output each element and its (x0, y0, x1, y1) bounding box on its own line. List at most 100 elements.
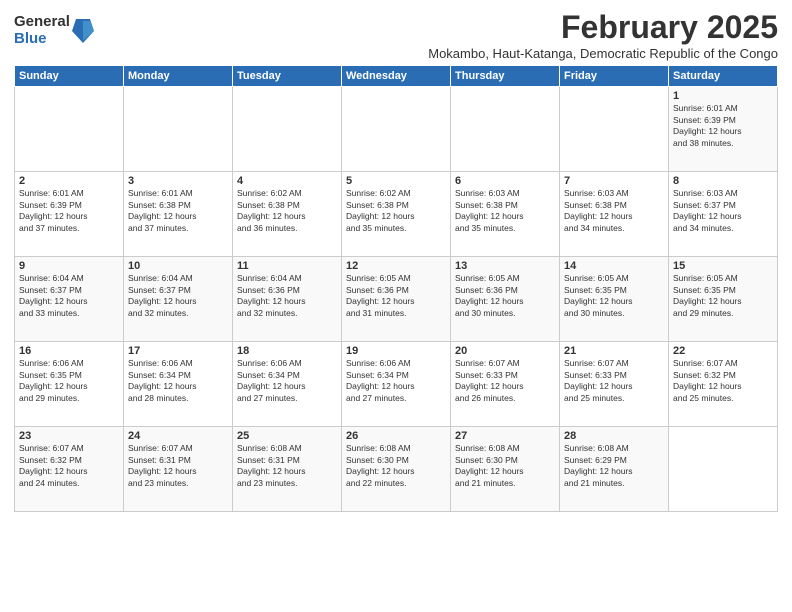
calendar-cell: 10Sunrise: 6:04 AM Sunset: 6:37 PM Dayli… (124, 257, 233, 342)
day-number: 8 (673, 175, 773, 187)
calendar-cell: 24Sunrise: 6:07 AM Sunset: 6:31 PM Dayli… (124, 427, 233, 512)
day-number: 4 (237, 175, 337, 187)
header-wednesday: Wednesday (342, 66, 451, 87)
day-info: Sunrise: 6:05 AM Sunset: 6:35 PM Dayligh… (673, 273, 773, 319)
calendar-cell: 23Sunrise: 6:07 AM Sunset: 6:32 PM Dayli… (15, 427, 124, 512)
calendar-cell: 12Sunrise: 6:05 AM Sunset: 6:36 PM Dayli… (342, 257, 451, 342)
day-info: Sunrise: 6:07 AM Sunset: 6:32 PM Dayligh… (19, 443, 119, 489)
day-number: 26 (346, 430, 446, 442)
day-info: Sunrise: 6:07 AM Sunset: 6:32 PM Dayligh… (673, 358, 773, 404)
day-info: Sunrise: 6:08 AM Sunset: 6:30 PM Dayligh… (455, 443, 555, 489)
day-number: 28 (564, 430, 664, 442)
calendar-cell: 13Sunrise: 6:05 AM Sunset: 6:36 PM Dayli… (451, 257, 560, 342)
header-thursday: Thursday (451, 66, 560, 87)
day-number: 2 (19, 175, 119, 187)
day-info: Sunrise: 6:05 AM Sunset: 6:36 PM Dayligh… (455, 273, 555, 319)
day-number: 17 (128, 345, 228, 357)
header: General Blue February 2025 Mokambo, Haut… (14, 10, 778, 61)
calendar-cell: 4Sunrise: 6:02 AM Sunset: 6:38 PM Daylig… (233, 172, 342, 257)
calendar-header: Sunday Monday Tuesday Wednesday Thursday… (15, 66, 778, 87)
header-friday: Friday (560, 66, 669, 87)
day-number: 23 (19, 430, 119, 442)
day-number: 3 (128, 175, 228, 187)
calendar-cell: 14Sunrise: 6:05 AM Sunset: 6:35 PM Dayli… (560, 257, 669, 342)
calendar-body: 1Sunrise: 6:01 AM Sunset: 6:39 PM Daylig… (15, 87, 778, 512)
day-number: 15 (673, 260, 773, 272)
calendar-cell: 8Sunrise: 6:03 AM Sunset: 6:37 PM Daylig… (669, 172, 778, 257)
day-info: Sunrise: 6:06 AM Sunset: 6:34 PM Dayligh… (128, 358, 228, 404)
day-info: Sunrise: 6:02 AM Sunset: 6:38 PM Dayligh… (237, 188, 337, 234)
calendar-cell: 11Sunrise: 6:04 AM Sunset: 6:36 PM Dayli… (233, 257, 342, 342)
day-info: Sunrise: 6:04 AM Sunset: 6:36 PM Dayligh… (237, 273, 337, 319)
calendar-cell: 26Sunrise: 6:08 AM Sunset: 6:30 PM Dayli… (342, 427, 451, 512)
day-info: Sunrise: 6:01 AM Sunset: 6:39 PM Dayligh… (19, 188, 119, 234)
calendar-cell: 27Sunrise: 6:08 AM Sunset: 6:30 PM Dayli… (451, 427, 560, 512)
calendar-cell: 9Sunrise: 6:04 AM Sunset: 6:37 PM Daylig… (15, 257, 124, 342)
day-info: Sunrise: 6:01 AM Sunset: 6:39 PM Dayligh… (673, 103, 773, 149)
day-number: 24 (128, 430, 228, 442)
calendar-cell: 2Sunrise: 6:01 AM Sunset: 6:39 PM Daylig… (15, 172, 124, 257)
day-info: Sunrise: 6:07 AM Sunset: 6:31 PM Dayligh… (128, 443, 228, 489)
calendar-cell (342, 87, 451, 172)
day-number: 20 (455, 345, 555, 357)
day-info: Sunrise: 6:08 AM Sunset: 6:29 PM Dayligh… (564, 443, 664, 489)
day-number: 19 (346, 345, 446, 357)
calendar-cell: 21Sunrise: 6:07 AM Sunset: 6:33 PM Dayli… (560, 342, 669, 427)
calendar-week-1: 1Sunrise: 6:01 AM Sunset: 6:39 PM Daylig… (15, 87, 778, 172)
day-number: 11 (237, 260, 337, 272)
subtitle: Mokambo, Haut-Katanga, Democratic Republ… (428, 46, 778, 61)
header-monday: Monday (124, 66, 233, 87)
calendar-cell: 15Sunrise: 6:05 AM Sunset: 6:35 PM Dayli… (669, 257, 778, 342)
day-number: 18 (237, 345, 337, 357)
calendar-cell (15, 87, 124, 172)
header-tuesday: Tuesday (233, 66, 342, 87)
day-number: 7 (564, 175, 664, 187)
calendar-week-5: 23Sunrise: 6:07 AM Sunset: 6:32 PM Dayli… (15, 427, 778, 512)
day-number: 13 (455, 260, 555, 272)
day-number: 27 (455, 430, 555, 442)
calendar-cell: 18Sunrise: 6:06 AM Sunset: 6:34 PM Dayli… (233, 342, 342, 427)
day-info: Sunrise: 6:03 AM Sunset: 6:37 PM Dayligh… (673, 188, 773, 234)
header-row: Sunday Monday Tuesday Wednesday Thursday… (15, 66, 778, 87)
day-info: Sunrise: 6:03 AM Sunset: 6:38 PM Dayligh… (455, 188, 555, 234)
main-title: February 2025 (428, 10, 778, 45)
header-saturday: Saturday (669, 66, 778, 87)
logo-general: General (14, 14, 70, 31)
day-info: Sunrise: 6:05 AM Sunset: 6:35 PM Dayligh… (564, 273, 664, 319)
day-number: 9 (19, 260, 119, 272)
day-info: Sunrise: 6:06 AM Sunset: 6:35 PM Dayligh… (19, 358, 119, 404)
calendar-cell: 19Sunrise: 6:06 AM Sunset: 6:34 PM Dayli… (342, 342, 451, 427)
page: General Blue February 2025 Mokambo, Haut… (0, 0, 792, 612)
day-number: 6 (455, 175, 555, 187)
day-info: Sunrise: 6:06 AM Sunset: 6:34 PM Dayligh… (237, 358, 337, 404)
day-number: 21 (564, 345, 664, 357)
calendar-week-4: 16Sunrise: 6:06 AM Sunset: 6:35 PM Dayli… (15, 342, 778, 427)
day-number: 5 (346, 175, 446, 187)
day-number: 14 (564, 260, 664, 272)
day-number: 12 (346, 260, 446, 272)
day-number: 25 (237, 430, 337, 442)
calendar-cell (560, 87, 669, 172)
calendar-cell: 16Sunrise: 6:06 AM Sunset: 6:35 PM Dayli… (15, 342, 124, 427)
calendar-cell: 22Sunrise: 6:07 AM Sunset: 6:32 PM Dayli… (669, 342, 778, 427)
logo-icon (72, 17, 94, 45)
day-number: 10 (128, 260, 228, 272)
calendar-cell (233, 87, 342, 172)
day-number: 22 (673, 345, 773, 357)
day-number: 16 (19, 345, 119, 357)
day-info: Sunrise: 6:07 AM Sunset: 6:33 PM Dayligh… (455, 358, 555, 404)
day-info: Sunrise: 6:05 AM Sunset: 6:36 PM Dayligh… (346, 273, 446, 319)
day-info: Sunrise: 6:07 AM Sunset: 6:33 PM Dayligh… (564, 358, 664, 404)
header-sunday: Sunday (15, 66, 124, 87)
calendar-cell: 6Sunrise: 6:03 AM Sunset: 6:38 PM Daylig… (451, 172, 560, 257)
calendar-cell: 25Sunrise: 6:08 AM Sunset: 6:31 PM Dayli… (233, 427, 342, 512)
calendar-week-3: 9Sunrise: 6:04 AM Sunset: 6:37 PM Daylig… (15, 257, 778, 342)
day-info: Sunrise: 6:03 AM Sunset: 6:38 PM Dayligh… (564, 188, 664, 234)
day-info: Sunrise: 6:06 AM Sunset: 6:34 PM Dayligh… (346, 358, 446, 404)
calendar-cell (124, 87, 233, 172)
day-info: Sunrise: 6:08 AM Sunset: 6:31 PM Dayligh… (237, 443, 337, 489)
calendar-cell: 28Sunrise: 6:08 AM Sunset: 6:29 PM Dayli… (560, 427, 669, 512)
calendar-cell: 3Sunrise: 6:01 AM Sunset: 6:38 PM Daylig… (124, 172, 233, 257)
day-info: Sunrise: 6:08 AM Sunset: 6:30 PM Dayligh… (346, 443, 446, 489)
calendar-table: Sunday Monday Tuesday Wednesday Thursday… (14, 65, 778, 512)
